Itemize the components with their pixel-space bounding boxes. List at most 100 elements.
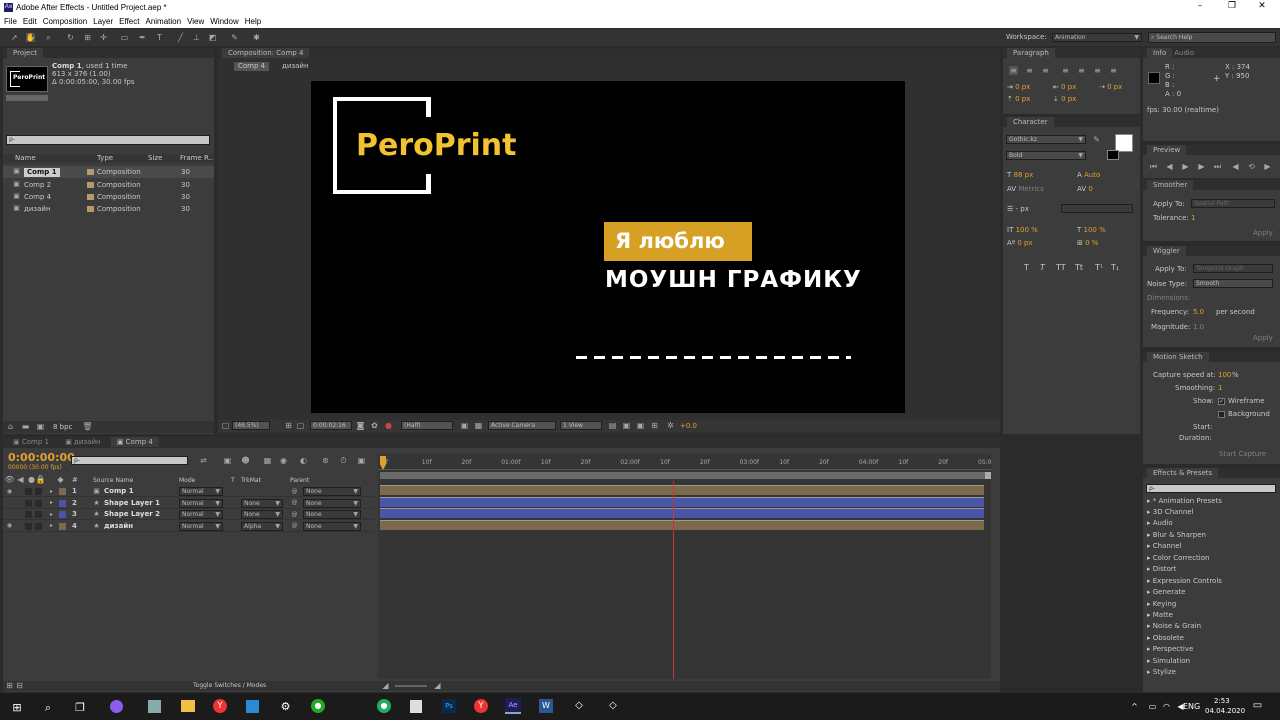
font-size[interactable]: T 88 px	[1007, 171, 1033, 180]
wireframe-checkbox[interactable]: ✓	[1218, 398, 1225, 405]
clock-date[interactable]: 04.04.2020	[1205, 707, 1245, 716]
viewer-canvas[interactable]: PeroPrint Я люблю МОУШН ГРАФИКУ	[311, 81, 905, 413]
show-snapshot-icon[interactable]: ✿	[370, 421, 379, 430]
zoom-tool-icon[interactable]: ⌕	[44, 33, 53, 42]
smoother-apply-to-select[interactable]: Spatial Path	[1191, 199, 1275, 208]
timeline-icon[interactable]: ▣	[636, 421, 645, 430]
search-help-input[interactable]: ⌕ Search Help	[1148, 32, 1276, 43]
layer-lock-box[interactable]	[35, 488, 42, 495]
layer-source-name[interactable]: Shape Layer 2	[104, 510, 160, 519]
comp-mini-flowchart-icon[interactable]: ⇌	[199, 456, 208, 465]
work-area-bar[interactable]	[380, 472, 986, 479]
small-caps-button[interactable]: Tt	[1075, 263, 1083, 272]
store-icon[interactable]	[246, 700, 259, 713]
zoom-out-icon[interactable]: ◢	[381, 681, 390, 690]
font-style-select[interactable]: Bold ▼	[1006, 151, 1086, 160]
layer-duration-bar[interactable]	[380, 496, 984, 507]
mute-audio-icon[interactable]: ◀	[1231, 162, 1240, 171]
col-name[interactable]: Name	[15, 154, 36, 163]
draft-3d-icon[interactable]: ▣	[223, 456, 232, 465]
roto-brush-tool-icon[interactable]: ✎	[230, 33, 239, 42]
effect-category[interactable]: ▸ Audio	[1147, 518, 1277, 529]
col-type[interactable]: Type	[97, 154, 113, 163]
menu-view[interactable]: View	[187, 17, 204, 26]
time-ruler[interactable]: 0f10f20f01:00f10f20f02:00f10f20f03:00f10…	[378, 456, 991, 470]
settings-icon[interactable]: ⚙	[279, 700, 292, 713]
tab-project[interactable]: Project	[7, 48, 43, 58]
menu-window[interactable]: Window	[210, 17, 238, 26]
layer-trkmat-select[interactable]: Alpha ▼	[241, 521, 283, 531]
project-search-input[interactable]: ρ-	[6, 135, 210, 145]
tab-audio[interactable]: Audio	[1174, 49, 1194, 57]
wiggler-apply-to-select[interactable]: Temporal Graph	[1193, 264, 1273, 273]
clone-stamp-tool-icon[interactable]: ⊥	[192, 33, 201, 42]
effect-category[interactable]: ▸ Color Correction	[1147, 553, 1277, 564]
stroke-width[interactable]: ☰ - px	[1007, 205, 1029, 214]
effect-category[interactable]: ▸ Obsolete	[1147, 633, 1277, 644]
new-comp-icon[interactable]: ▣	[36, 422, 45, 431]
notification-icon[interactable]: ▭	[1253, 700, 1262, 710]
layer-label-swatch[interactable]	[59, 488, 66, 495]
transparency-grid-icon[interactable]: ▦	[474, 421, 483, 430]
wiggler-frequency-value[interactable]: 5.0	[1193, 308, 1204, 317]
layer-solo-box[interactable]	[25, 488, 32, 495]
eye-icon[interactable]	[5, 499, 14, 508]
layer-label-swatch[interactable]	[59, 511, 66, 518]
col-source-name[interactable]: Source Name	[93, 476, 133, 485]
project-row[interactable]: ▣ Comp 2 Composition 30	[3, 179, 214, 191]
menu-effect[interactable]: Effect	[119, 17, 139, 26]
loop-icon[interactable]: ⟲	[1247, 162, 1256, 171]
resolution-select[interactable]: (Half)	[401, 421, 453, 430]
smoothing-value[interactable]: 1	[1218, 384, 1222, 393]
work-area-end-marker[interactable]	[985, 472, 991, 479]
eyedropper-icon[interactable]: ✎	[1092, 135, 1101, 144]
space-before[interactable]: ⇡ 0 px	[1007, 95, 1030, 104]
justify-last-center-icon[interactable]: ≡	[1077, 66, 1086, 75]
pen-tool-icon[interactable]: ✒	[138, 33, 147, 42]
first-frame-icon[interactable]: ⏮	[1149, 162, 1158, 171]
after-effects-taskbar-icon[interactable]: Ae	[505, 698, 521, 714]
effect-category[interactable]: ▸ Perspective	[1147, 644, 1277, 655]
expand-layer-switches-icon[interactable]: ⊞	[5, 681, 14, 690]
tab-motion-sketch[interactable]: Motion Sketch	[1147, 352, 1209, 362]
tsume[interactable]: ⊞ 0 %	[1077, 239, 1098, 248]
recorder-icon[interactable]: ●	[311, 699, 325, 713]
layer-parent-select[interactable]: None ▼	[303, 521, 361, 531]
effect-category[interactable]: ▸ Stylize	[1147, 667, 1277, 678]
space-after[interactable]: ⇣ 0 px	[1053, 95, 1076, 104]
justify-last-left-icon[interactable]: ≡	[1061, 66, 1070, 75]
smoother-tolerance-value[interactable]: 1	[1191, 214, 1195, 223]
menu-animation[interactable]: Animation	[145, 17, 181, 26]
eye-icon[interactable]: ◉	[5, 487, 14, 496]
menu-composition[interactable]: Composition	[43, 17, 87, 26]
mask-visibility-icon[interactable]: ▢	[296, 421, 305, 430]
reset-exposure-icon[interactable]: ✲	[666, 421, 675, 430]
breadcrumb-design[interactable]: дизайн	[282, 62, 309, 71]
justify-last-right-icon[interactable]: ≡	[1093, 66, 1102, 75]
yandex-browser-icon[interactable]: Y	[213, 699, 227, 713]
timeline-tab-comp1[interactable]: ▣ Comp 1	[7, 437, 55, 447]
vertical-scale[interactable]: IT 100 %	[1007, 226, 1038, 235]
expand-transfer-controls-icon[interactable]: ⊟	[15, 681, 24, 690]
eraser-tool-icon[interactable]: ◩	[208, 33, 217, 42]
minimize-button[interactable]: –	[1190, 1, 1210, 11]
effect-category[interactable]: ▸ * Animation Presets	[1147, 496, 1277, 507]
col-size[interactable]: Size	[148, 154, 162, 163]
layer-source-name[interactable]: Shape Layer 1	[104, 499, 160, 508]
calculator-icon[interactable]	[410, 700, 422, 713]
windows-start-icon[interactable]: ⊞	[11, 701, 23, 713]
layer-trkmat-select[interactable]: None ▼	[241, 498, 283, 508]
col-frame-rate[interactable]: Frame R...	[180, 154, 214, 163]
graph-editor-icon[interactable]: ⊛	[321, 456, 330, 465]
expand-layer-icon[interactable]: ▸	[47, 510, 56, 519]
tab-paragraph[interactable]: Paragraph	[1007, 48, 1055, 58]
eye-icon[interactable]: ◉	[5, 522, 14, 531]
ram-preview-icon[interactable]: ▶	[1263, 162, 1272, 171]
layer-source-name[interactable]: дизайн	[104, 522, 133, 531]
magnification-select[interactable]: (46.5%)	[232, 421, 270, 430]
timeline-tab-design[interactable]: ▣ дизайн	[59, 437, 107, 447]
tab-wiggler[interactable]: Wiggler	[1147, 246, 1186, 256]
app-icon[interactable]: ◇	[572, 699, 586, 713]
layer-parent-select[interactable]: None ▼	[303, 510, 361, 519]
frame-blending-icon[interactable]: ▦	[263, 456, 272, 465]
